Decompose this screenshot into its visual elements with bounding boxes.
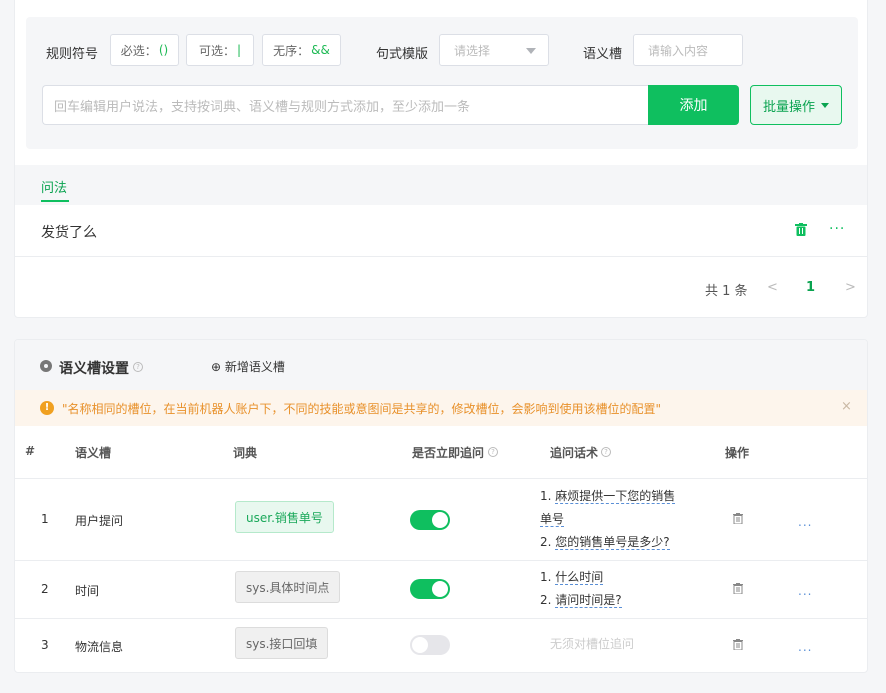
rule-panel: 规则符号 必选：() 可选： | 无序： && 句式模版 请选择 语义槽 请输入内容… [26,17,858,149]
prompt-list: 1. 麻烦提供一下您的销售 单号 2. 您的销售单号是多少? [540,489,676,550]
trash-icon[interactable] [733,583,743,594]
dict-tag[interactable]: user.销售单号 [235,501,334,533]
batch-operation-button[interactable]: 批量操作 [750,85,842,125]
ask-now-toggle[interactable] [410,579,450,599]
utterance-card: 规则符号 必选：() 可选： | 无序： && 句式模版 请选择 语义槽 请输入内容… [14,0,868,318]
row-index: 1 [41,512,49,526]
slot-settings-card: 语义槽设置 ? ⊕ 新增语义槽 ! "名称相同的槽位，在当前机器人账户下，不同的… [14,339,868,673]
toggle-knob [432,581,448,597]
prompt-item[interactable]: 您的销售单号是多少? [555,535,670,550]
unordered-rule-chip[interactable]: 无序： && [262,34,341,66]
warning-icon: ! [40,401,54,415]
more-icon[interactable]: ··· [829,222,845,236]
toggle-knob [432,512,448,528]
slot-settings-header: 语义槽设置 ? ⊕ 新增语义槽 [15,340,867,390]
slot-settings-title: 语义槽设置 [59,361,129,377]
row-slot-name: 时间 [75,584,100,598]
add-button[interactable]: 添加 [648,85,739,125]
ask-now-toggle[interactable] [410,635,450,655]
help-icon[interactable]: ? [601,447,611,457]
add-slot-button[interactable]: ⊕ 新增语义槽 [211,358,285,375]
prompt-item-cont[interactable]: 单号 [540,512,565,527]
prompt-item[interactable]: 麻烦提供一下您的销售 [555,489,676,504]
row-slot-name: 物流信息 [75,640,124,654]
col-dict: 词典 [233,446,258,460]
caret-down-icon [821,102,829,108]
col-actions: 操作 [725,446,750,460]
chevron-right-icon[interactable]: > [845,280,856,295]
help-icon[interactable]: ? [133,362,143,372]
template-label: 句式模版 [376,47,429,62]
trash-icon[interactable] [733,513,743,524]
slot-input[interactable]: 请输入内容 [633,34,743,66]
table-divider [15,560,867,561]
chevron-left-icon[interactable]: < [767,280,778,295]
pagination: 共 1 条 < 1 > [15,272,867,304]
utterance-input[interactable]: 回车编辑用户说法，支持按词典、语义槽与规则方式添加，至少添加一条 [42,85,650,125]
col-prompts: 追问话术 [550,446,599,460]
page-number[interactable]: 1 [806,280,815,295]
add-circle-icon: ⊕ [211,360,222,374]
total-count: 共 1 条 [705,284,748,299]
close-icon[interactable]: × [841,399,852,414]
table-divider [15,478,867,479]
prompt-item[interactable]: 请问时间是? [555,593,622,608]
col-ask-now: 是否立即追问 [412,446,485,460]
prompt-list: 1. 什么时间 2. 请问时间是? [540,570,622,608]
template-select[interactable]: 请选择 [439,34,549,66]
question-text: 发货了么 [41,225,97,241]
no-prompt-text: 无须对槽位追问 [550,637,635,651]
row-index: 2 [41,582,49,596]
rule-symbol-label: 规则符号 [46,47,99,62]
tab-bar: 问法 [15,165,867,205]
help-icon[interactable]: ? [488,447,498,457]
more-icon[interactable]: ... [798,515,812,529]
row-index: 3 [41,638,49,652]
table-divider [15,618,867,619]
prompt-item[interactable]: 什么时间 [555,570,604,585]
question-row: 发货了么 ··· [15,205,867,257]
tab-questions[interactable]: 问法 [41,177,67,196]
dict-tag[interactable]: sys.具体时间点 [235,571,341,603]
warning-text: "名称相同的槽位，在当前机器人账户下，不同的技能或意图间是共享的，修改槽位，会影… [62,402,662,416]
row-slot-name: 用户提问 [75,514,124,528]
more-icon[interactable]: ... [798,640,812,654]
required-rule-chip[interactable]: 必选：() [110,34,179,66]
trash-icon[interactable] [795,223,807,236]
active-tab-indicator [41,200,69,202]
warning-banner: ! "名称相同的槽位，在当前机器人账户下，不同的技能或意图间是共享的，修改槽位，… [15,390,867,426]
optional-rule-chip[interactable]: 可选： | [186,34,254,66]
col-slot: 语义槽 [75,446,112,460]
chevron-down-icon [526,48,536,54]
ask-now-toggle[interactable] [410,510,450,530]
toggle-knob [412,637,428,653]
dict-tag[interactable]: sys.接口回填 [235,627,329,659]
more-icon[interactable]: ... [798,584,812,598]
slot-label: 语义槽 [583,47,623,62]
trash-icon[interactable] [733,639,743,650]
col-index: # [25,444,36,458]
gear-icon [40,360,52,372]
